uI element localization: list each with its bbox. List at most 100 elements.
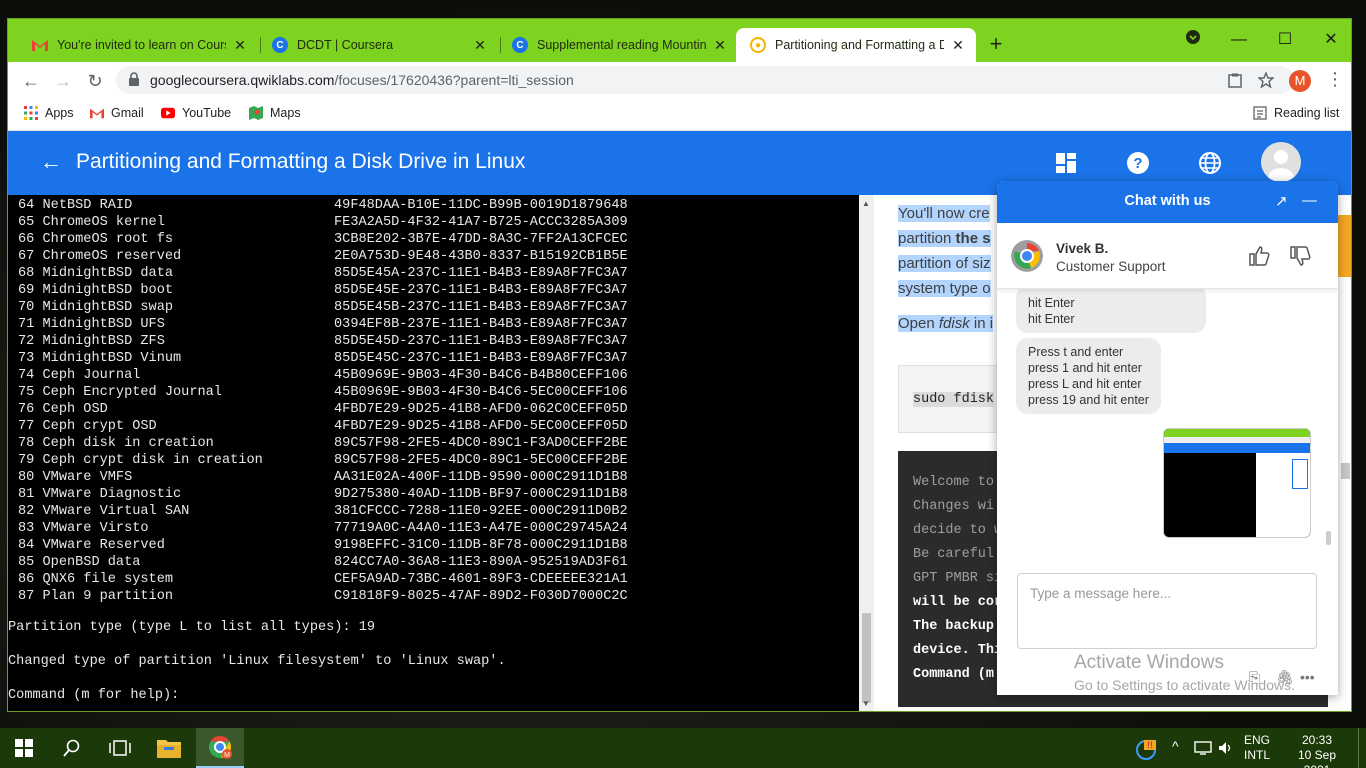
instruction-text: system type o xyxy=(898,280,991,297)
tab-supplemental-reading[interactable]: C Supplemental reading Mounting ✕ xyxy=(498,28,738,62)
terminal-window[interactable]: 64 NetBSD RAID 49F48DAA-B10E-11DC-B99B-00… xyxy=(8,195,859,711)
watermark-title: Activate Windows xyxy=(1074,652,1224,673)
windows-logo-icon xyxy=(15,739,33,757)
instruction-text-bold: the s xyxy=(955,230,991,247)
help-icon[interactable]: ? xyxy=(1126,151,1150,175)
tab-close-icon[interactable]: ✕ xyxy=(232,37,248,54)
partition-type-row: 86 QNX6 file system CEF5A9AD-73BC-4601-89… xyxy=(18,571,628,588)
tab-dcdt-coursera[interactable]: C DCDT | Coursera ✕ xyxy=(258,28,498,62)
dashboard-icon[interactable] xyxy=(1054,151,1078,175)
globe-icon[interactable] xyxy=(1198,151,1222,175)
youtube-icon xyxy=(161,107,175,119)
reload-icon[interactable]: ↻ xyxy=(82,68,108,94)
partition-type-prompt: Partition type (type L to list all types… xyxy=(8,620,376,635)
chevron-up-icon[interactable]: ^ xyxy=(1172,738,1179,754)
partition-type-row: 64 NetBSD RAID 49F48DAA-B10E-11DC-B99B-00… xyxy=(18,197,628,214)
back-arrow-icon[interactable]: ← xyxy=(18,68,44,94)
partition-type-number: 80 xyxy=(18,470,35,485)
lock-icon xyxy=(129,72,139,86)
profile-avatar[interactable]: M xyxy=(1289,70,1311,92)
partition-type-name: MidnightBSD UFS xyxy=(42,317,165,332)
partition-type-guid: 45B0969E-9B03-4F30-B4C6-5EC00CEFF106 xyxy=(334,385,628,400)
tab-close-icon[interactable]: ✕ xyxy=(472,37,488,54)
task-view-button[interactable] xyxy=(96,728,144,768)
tab-gmail-invite[interactable]: You're invited to learn on Course ✕ xyxy=(18,28,258,62)
maximize-button[interactable]: ☐ xyxy=(1262,27,1308,53)
bookmark-maps[interactable]: Maps xyxy=(249,106,301,120)
partition-type-row: 65 ChromeOS kernel FE3A2A5D-4F32-41A7-B72… xyxy=(18,214,628,231)
instruction-open-fdisk: Open fdisk in i xyxy=(898,315,994,332)
user-avatar[interactable] xyxy=(1261,142,1301,182)
chat-message-line: Press t and enter xyxy=(1028,345,1124,359)
expand-icon[interactable]: ↗ xyxy=(1275,192,1288,210)
tab-close-icon[interactable]: ✕ xyxy=(950,37,966,54)
feedback-side-tab[interactable] xyxy=(1338,215,1351,277)
partition-type-row: 85 OpenBSD data 824CC7A0-36A8-11E3-890A-9… xyxy=(18,554,628,571)
file-explorer-button[interactable] xyxy=(145,728,193,768)
chat-message-line: press L and hit enter xyxy=(1028,377,1142,391)
back-arrow-icon[interactable]: ← xyxy=(40,149,62,175)
chat-message-line: hit Enter xyxy=(1028,296,1075,310)
clipboard-icon[interactable] xyxy=(1228,73,1242,88)
clock[interactable]: 20:33 10 Sep 2021 xyxy=(1287,733,1347,768)
partition-type-row: 73 MidnightBSD Vinum 85D5E45C-237C-11E1-B… xyxy=(18,350,628,367)
partition-type-number: 67 xyxy=(18,249,35,264)
new-tab-button[interactable]: + xyxy=(984,33,1008,55)
volume-icon[interactable] xyxy=(1218,741,1234,755)
address-bar[interactable]: googlecoursera.qwiklabs.com/focuses/1762… xyxy=(116,66,1294,94)
input-language[interactable]: ENG INTL xyxy=(1244,733,1270,763)
tab-partitioning-active[interactable]: ● Partitioning and Formatting a Dis ✕ xyxy=(736,28,976,62)
partition-type-row: 69 MidnightBSD boot 85D5E45E-237C-11E1-B4… xyxy=(18,282,628,299)
partition-type-name: ChromeOS kernel xyxy=(42,215,165,230)
chat-message-line: press 1 and hit enter xyxy=(1028,361,1142,375)
bookmark-gmail[interactable]: Gmail xyxy=(90,106,144,120)
sample-output-line: GPT PMBR si xyxy=(913,571,1003,586)
search-button[interactable] xyxy=(48,728,96,768)
start-button[interactable] xyxy=(0,728,48,768)
scroll-up-icon[interactable]: ▲ xyxy=(862,199,870,208)
watermark-subtitle: Go to Settings to activate Windows. xyxy=(1074,677,1295,693)
more-options-icon[interactable]: ••• xyxy=(1300,669,1315,685)
partition-type-guid: 85D5E45C-237C-11E1-B4B3-E89A8F7FC3A7 xyxy=(334,351,628,366)
thumbs-down-icon[interactable] xyxy=(1289,245,1311,267)
chrome-taskbar-button[interactable]: M xyxy=(196,728,244,768)
bookmark-apps[interactable]: Apps xyxy=(24,106,74,120)
minimize-button[interactable]: — xyxy=(1216,27,1262,53)
show-desktop-button[interactable] xyxy=(1358,728,1359,768)
person-icon xyxy=(1268,150,1294,182)
chat-agent-card: Vivek B. Customer Support xyxy=(997,223,1338,289)
edge-update-icon[interactable]: !! xyxy=(1136,740,1156,760)
folder-icon xyxy=(157,740,181,758)
coursera-icon: C xyxy=(272,37,288,53)
scroll-down-icon[interactable]: ▼ xyxy=(862,699,870,708)
partition-type-row: 71 MidnightBSD UFS 0394EF8B-237E-11E1-B4B… xyxy=(18,316,628,333)
star-icon[interactable] xyxy=(1258,72,1274,88)
partition-type-number: 70 xyxy=(18,300,35,315)
scrollbar-thumb[interactable] xyxy=(862,613,871,703)
chat-scrollbar[interactable] xyxy=(1326,531,1331,545)
gmail-icon xyxy=(32,37,48,53)
thumbs-up-icon[interactable] xyxy=(1248,245,1270,267)
bookmark-label: Gmail xyxy=(111,106,144,120)
partition-type-number: 85 xyxy=(18,555,35,570)
minimize-chat-icon[interactable]: — xyxy=(1302,192,1317,209)
partition-type-number: 86 xyxy=(18,572,35,587)
network-icon[interactable] xyxy=(1194,741,1212,755)
tab-close-icon[interactable]: ✕ xyxy=(712,37,728,54)
scrollbar-thumb[interactable] xyxy=(1341,463,1350,479)
terminal-scrollbar[interactable]: ▲ ▼ xyxy=(859,195,874,711)
partition-type-number: 74 xyxy=(18,368,35,383)
thumbnail-terminal xyxy=(1164,453,1256,537)
chat-image-attachment[interactable] xyxy=(1163,428,1311,538)
bookmark-youtube[interactable]: YouTube xyxy=(161,106,231,120)
partition-type-row: 80 VMware VMFS AA31E02A-400F-11DB-9590-00… xyxy=(18,469,628,486)
forward-arrow-icon[interactable]: → xyxy=(50,68,76,94)
tab-search-button[interactable] xyxy=(1170,27,1216,53)
svg-text:M: M xyxy=(224,752,230,759)
close-window-button[interactable]: ✕ xyxy=(1308,27,1351,53)
sample-output-line: Changes wi xyxy=(913,499,995,514)
partition-type-name: VMware VMFS xyxy=(42,470,133,485)
more-menu-icon[interactable]: ⋮ xyxy=(1326,69,1344,90)
reading-list-button[interactable]: Reading list xyxy=(1253,106,1339,120)
chat-message-input[interactable]: Type a message here... xyxy=(1017,573,1317,649)
